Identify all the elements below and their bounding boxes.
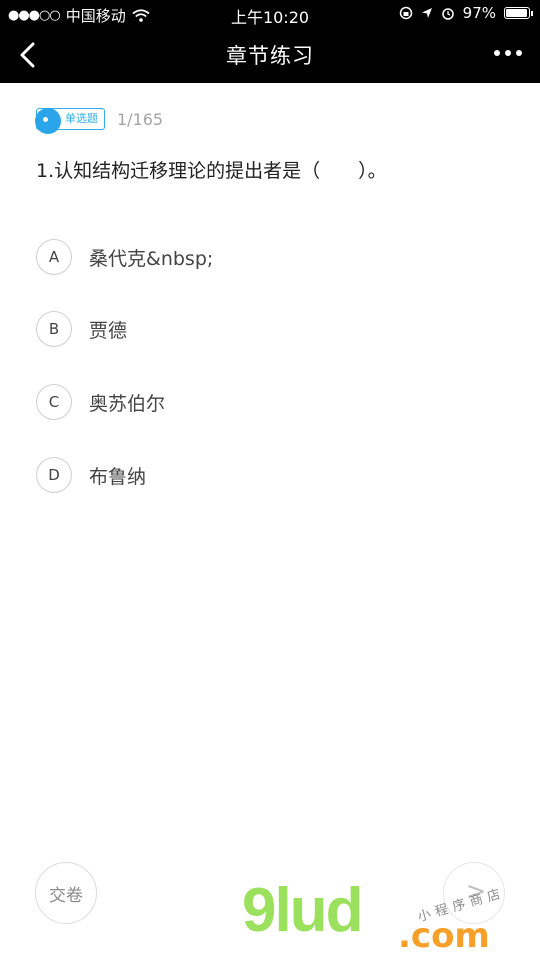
option-c[interactable]: C 奥苏伯尔 [36,382,165,422]
question-text: 1.认知结构迁移理论的提出者是（ ）。 [36,160,387,182]
watermark-domain-text: .com [398,916,490,956]
more-dot-icon [505,50,511,56]
option-letter: B [36,311,72,347]
more-dot-icon [516,50,522,56]
more-options-button[interactable] [494,50,522,56]
more-dot-icon [494,50,500,56]
option-text: 布鲁纳 [89,465,147,488]
rotation-lock-icon [399,6,412,20]
navigation-bar: 章节练习 [0,28,540,83]
status-bar: ●●●○○ 中国移动 上午10:20 97% [0,0,540,28]
submit-exam-button[interactable]: 交卷 [35,862,97,924]
question-counter: 1/165 [117,109,164,129]
option-d[interactable]: D 布鲁纳 [36,455,146,495]
page-title: 章节练习 [226,44,314,68]
watermark-main-text: 9lud [242,876,363,945]
battery-percent: 97% [462,4,496,22]
question-type-label: 单选题 [65,112,98,125]
battery-icon [504,7,533,19]
option-letter: A [36,239,72,275]
option-letter: D [36,457,72,493]
option-text: 奥苏伯尔 [89,392,166,415]
watermark-logo: 9lud 小程序商店 .com [240,876,530,960]
option-letter: C [36,384,72,420]
question-type-badge: 单选题 [35,108,105,134]
status-right: 97% [399,4,533,22]
option-text: 贾德 [89,319,128,342]
badge-bubble-icon [35,108,61,134]
location-icon [421,8,432,18]
alarm-icon [441,8,454,20]
option-text: 桑代克&nbsp; [89,247,214,270]
option-a[interactable]: A 桑代克&nbsp; [36,237,213,277]
question-meta: 单选题 1/165 [35,108,164,134]
option-b[interactable]: B 贾德 [36,309,127,349]
